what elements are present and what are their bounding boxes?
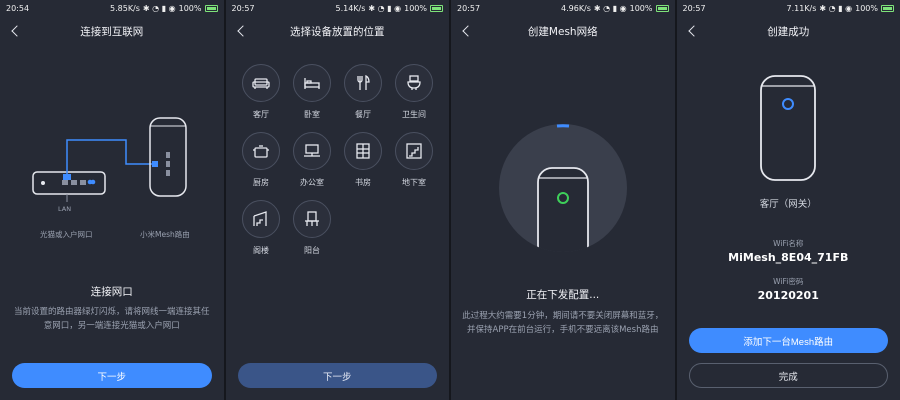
page-title: 创建成功 bbox=[767, 25, 810, 38]
room-balcony[interactable]: 阳台 bbox=[287, 200, 338, 256]
room-label: 餐厅 bbox=[355, 110, 371, 119]
status-time: 20:57 bbox=[457, 3, 481, 13]
page-title: 选择设备放置的位置 bbox=[290, 25, 385, 38]
next-button[interactable]: 下一步 bbox=[12, 363, 212, 388]
room-label: 卫生间 bbox=[402, 110, 426, 119]
room-label: 阁楼 bbox=[253, 246, 269, 255]
mesh-router-icon bbox=[149, 117, 187, 197]
title-bar: 创建成功 bbox=[677, 16, 900, 46]
screens-row: 20:54 5.85K/s ✱ ◔ ▮ ◉ 100% 连接到互联网 LAN 光猫… bbox=[0, 0, 900, 400]
room-bathroom[interactable]: 卫生间 bbox=[389, 64, 440, 120]
battery-percent: 100% bbox=[178, 3, 202, 13]
done-button[interactable]: 完成 bbox=[688, 363, 888, 388]
battery-percent: 100% bbox=[855, 3, 878, 13]
add-next-mesh-button[interactable]: 添加下一台Mesh路由 bbox=[688, 328, 888, 353]
cable-plug bbox=[63, 174, 71, 180]
mesh-router-icon bbox=[759, 75, 816, 181]
wifi-name-label: WiFi名称 bbox=[773, 239, 804, 248]
back-icon[interactable] bbox=[10, 22, 24, 40]
room-label: 客厅 bbox=[253, 110, 269, 119]
room-label: 地下室 bbox=[402, 178, 426, 187]
status-bar: 20:57 5.14K/s ✱ ◔ ▮ ◉ 100% bbox=[226, 0, 450, 16]
signal-icons: ✱ ◔ ▮ ◉ bbox=[368, 3, 402, 13]
wifi-name-value: MiMesh_8E04_71FB bbox=[728, 251, 849, 264]
title-bar: 选择设备放置的位置 bbox=[226, 16, 450, 46]
room-attic[interactable]: 阁楼 bbox=[236, 200, 287, 256]
cable-plug bbox=[152, 161, 158, 167]
room-label: 书房 bbox=[355, 178, 371, 187]
room-living-room[interactable]: 客厅 bbox=[236, 64, 287, 120]
screen-select-location: 20:57 5.14K/s ✱ ◔ ▮ ◉ 100% 选择设备放置的位置 客厅 bbox=[225, 0, 450, 400]
signal-icons: ✱ ◔ ▮ ◉ bbox=[819, 3, 853, 13]
screen-create-mesh: 20:57 4.96K/s ✱ ◔ ▮ ◉ 100% 创建Mesh网络 正在下发… bbox=[451, 0, 675, 400]
room-label: 办公室 bbox=[300, 178, 324, 187]
room-study[interactable]: 书房 bbox=[338, 132, 389, 188]
bed-icon bbox=[304, 78, 320, 89]
status-time: 20:54 bbox=[6, 3, 30, 13]
battery-icon bbox=[204, 4, 218, 12]
wifi-password-value: 20120201 bbox=[757, 289, 819, 302]
status-bar: 20:54 5.85K/s ✱ ◔ ▮ ◉ 100% bbox=[0, 0, 224, 16]
signal-icons: ✱ ◔ ▮ ◉ bbox=[593, 3, 627, 13]
configuring-animation bbox=[499, 124, 627, 252]
room-label: 卧室 bbox=[304, 110, 320, 119]
router-label: 小米Mesh路由 bbox=[140, 230, 190, 239]
cooking-pot-icon bbox=[253, 145, 269, 158]
status-bar: 20:57 7.11K/s ✱ ◔ ▮ ◉ 100% bbox=[677, 0, 900, 16]
back-icon[interactable] bbox=[236, 22, 250, 40]
modem-label: 光猫或入户网口 bbox=[40, 230, 93, 239]
balcony-door-icon bbox=[305, 211, 319, 226]
router-location: 客厅（网关） bbox=[759, 199, 817, 210]
attic-stairs-icon bbox=[253, 211, 267, 226]
status-time: 20:57 bbox=[682, 3, 706, 13]
section-heading: 正在下发配置... bbox=[526, 289, 600, 301]
battery-icon bbox=[430, 4, 443, 12]
title-bar: 创建Mesh网络 bbox=[451, 16, 675, 46]
battery-percent: 100% bbox=[404, 3, 427, 13]
room-label: 厨房 bbox=[253, 178, 269, 187]
room-bedroom[interactable]: 卧室 bbox=[287, 64, 338, 120]
back-icon[interactable] bbox=[687, 22, 701, 40]
status-led bbox=[781, 98, 794, 110]
next-button[interactable]: 下一步 bbox=[237, 363, 437, 388]
room-grid: 客厅 卧室 餐厅 卫生间 厨房 办公室 书房 地下室 阁楼 阳台 bbox=[236, 64, 440, 256]
network-speed: 7.11K/s bbox=[786, 3, 817, 13]
status-time: 20:57 bbox=[231, 3, 255, 13]
back-icon[interactable] bbox=[461, 22, 475, 40]
signal-icons: ✱ ◔ ▮ ◉ bbox=[142, 3, 176, 13]
title-bar: 连接到互联网 bbox=[0, 16, 224, 46]
screen-create-success: 20:57 7.11K/s ✱ ◔ ▮ ◉ 100% 创建成功 客厅（网关） W… bbox=[676, 0, 900, 400]
network-speed: 4.96K/s bbox=[561, 3, 591, 13]
status-bar: 20:57 4.96K/s ✱ ◔ ▮ ◉ 100% bbox=[451, 0, 675, 16]
network-speed: 5.14K/s bbox=[335, 3, 366, 13]
section-heading: 连接网口 bbox=[90, 286, 133, 298]
sofa-icon bbox=[252, 78, 270, 89]
screen-connect-internet: 20:54 5.85K/s ✱ ◔ ▮ ◉ 100% 连接到互联网 LAN 光猫… bbox=[0, 0, 224, 400]
battery-icon bbox=[655, 4, 669, 12]
room-dining-room[interactable]: 餐厅 bbox=[338, 64, 389, 120]
battery-icon bbox=[881, 4, 894, 12]
computer-desk-icon bbox=[304, 144, 320, 157]
cutlery-icon bbox=[357, 74, 370, 90]
toilet-icon bbox=[407, 75, 421, 90]
stairs-down-icon bbox=[406, 143, 422, 159]
page-title: 创建Mesh网络 bbox=[527, 25, 598, 38]
connection-diagram bbox=[32, 117, 187, 202]
instruction-text: 此过程大约需要1分钟，期间请不要关闭屏幕和蓝牙，并保持APP在前台运行，手机不要… bbox=[462, 311, 664, 335]
instruction-text: 当前设置的路由器绿灯闪烁，请将网线一端连接其任意网口，另一端连接光猫或入户网口 bbox=[13, 307, 210, 331]
battery-percent: 100% bbox=[629, 3, 653, 13]
page-title: 连接到互联网 bbox=[80, 25, 144, 38]
room-label: 阳台 bbox=[304, 246, 320, 255]
room-basement[interactable]: 地下室 bbox=[389, 132, 440, 188]
room-office[interactable]: 办公室 bbox=[287, 132, 338, 188]
network-speed: 5.85K/s bbox=[110, 3, 140, 13]
lan-label: LAN bbox=[58, 205, 72, 213]
wifi-password-label: WiFi密码 bbox=[773, 277, 804, 286]
room-kitchen[interactable]: 厨房 bbox=[236, 132, 287, 188]
bookshelf-icon bbox=[356, 143, 370, 159]
mesh-router-icon bbox=[537, 167, 589, 252]
